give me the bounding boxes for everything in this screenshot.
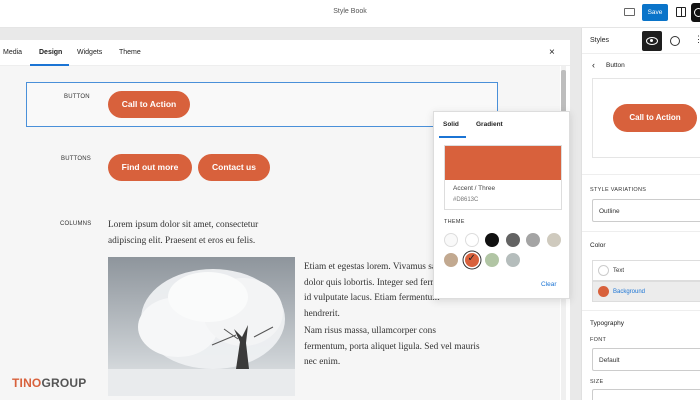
save-button[interactable]: Save [642,4,668,21]
half-circle-icon [694,8,700,17]
clear-button[interactable]: Clear [541,281,557,288]
tab-media[interactable]: Media [3,49,22,56]
color-picker-popover: Solid Gradient Accent / Three #D8613C TH… [433,111,570,299]
active-tab-indicator [439,136,466,138]
tab-theme[interactable]: Theme [119,49,141,56]
theme-color-swatch[interactable]: ✓ [464,253,479,267]
more-options-icon[interactable]: ⋮ [694,34,700,45]
styles-sidebar: Styles ⋮ ‹ Button Call to Action STYLE V… [581,28,700,400]
color-section-title: Color [590,242,606,249]
block-preview: Call to Action [592,78,700,158]
editor-app: Style Book Save Media Design Widgets The… [0,0,700,400]
divider [582,174,700,175]
logo-part-1: TINO [12,376,42,390]
color-swatch [598,286,609,297]
select-value: Default [599,357,620,364]
watermark-logo: TINOGROUP [12,376,86,390]
font-select[interactable]: Default [592,348,700,371]
divider [582,231,700,232]
row-label-buttons: BUTTONS [61,156,91,162]
select-value: Outline [599,208,620,215]
column-left-paragraph: Lorem ipsum dolor sit amet, consectetur … [108,220,259,246]
theme-color-swatch[interactable] [464,233,479,247]
text-line: hendrerit. [304,308,340,319]
tab-gradient[interactable]: Gradient [476,121,503,128]
color-name: Accent / Three [453,185,496,192]
snowy-tree-image [108,257,295,396]
theme-color-swatch[interactable] [526,233,540,247]
text-line: fermentum, porta aliquet ligula. Sed vel… [304,341,480,352]
color-item-label: Text [613,268,625,274]
device-preview-icon[interactable] [624,8,635,16]
check-icon: ✓ [467,253,476,264]
color-item-label: Background [613,289,646,295]
style-variations-label: STYLE VARIATIONS [590,187,647,193]
style-book-tabs: Media Design Widgets Theme [0,40,570,66]
theme-palette-label: THEME [444,219,465,225]
tab-widgets[interactable]: Widgets [77,49,102,56]
typography-section-title: Typography [590,320,624,327]
settings-toggle-icon[interactable] [676,7,686,17]
contact-us-button[interactable]: Contact us [198,154,270,181]
theme-color-swatch[interactable] [546,233,561,247]
tab-design[interactable]: Design [39,49,62,56]
button-example-row[interactable] [26,82,498,127]
color-item-background[interactable]: Background [592,281,700,302]
selected-color-info[interactable]: Accent / Three #D8613C [444,180,562,210]
revisions-icon[interactable] [670,36,680,46]
color-hex: #D8613C [453,197,479,203]
theme-color-swatch[interactable] [485,233,499,247]
text-line: nec enim. [304,357,341,367]
logo-part-2: GROUP [41,376,87,390]
row-label-button: BUTTON [64,94,90,100]
theme-color-swatch[interactable] [485,253,499,267]
theme-color-swatch[interactable] [505,253,520,267]
back-icon[interactable]: ‹ [592,60,595,70]
sidebar-header: Styles ⋮ [582,28,700,54]
text-line: Nam risus massa, ullamcorper cons [304,326,436,336]
selected-color-swatch[interactable] [444,145,562,180]
theme-color-swatch[interactable] [505,233,520,247]
find-out-more-button[interactable]: Find out more [108,154,192,181]
theme-color-swatch[interactable] [444,253,458,267]
preview-button: Call to Action [613,104,697,132]
breadcrumb: Button [606,62,625,69]
style-book-toggle-button[interactable] [642,31,662,51]
color-item-text[interactable]: Text [592,260,700,281]
theme-color-swatch[interactable] [444,233,458,247]
call-to-action-button[interactable]: Call to Action [108,91,190,118]
document-title[interactable]: Style Book [0,8,700,15]
color-swatch [598,265,609,276]
close-icon[interactable]: × [549,47,555,58]
column-right-paragraph-2: Nam risus massa, ullamcorper cons fermen… [304,324,504,371]
size-control[interactable] [592,389,700,400]
top-toolbar: Style Book Save [0,0,700,28]
tab-solid[interactable]: Solid [443,121,459,128]
style-variations-select[interactable]: Outline [592,199,700,222]
divider [582,310,700,311]
sidebar-title: Styles [590,37,610,44]
size-label: SIZE [590,379,604,385]
row-label-columns: COLUMNS [60,221,92,227]
styles-toggle-button[interactable] [691,3,700,22]
eye-icon [646,37,658,45]
font-label: FONT [590,337,607,343]
